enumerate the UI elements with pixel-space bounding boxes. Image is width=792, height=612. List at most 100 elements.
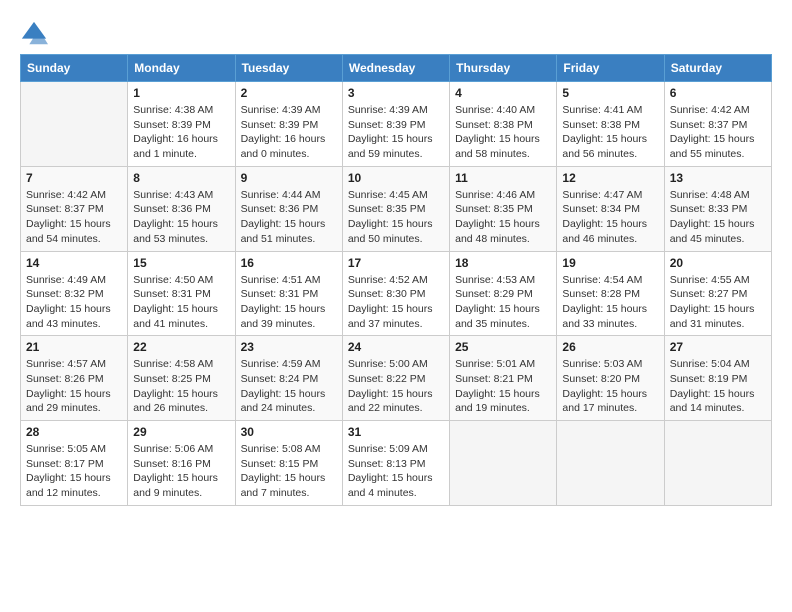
day-cell: 23 Sunrise: 4:59 AMSunset: 8:24 PMDayligh… bbox=[235, 336, 342, 421]
day-number: 10 bbox=[348, 171, 444, 185]
day-number: 27 bbox=[670, 340, 766, 354]
day-number: 19 bbox=[562, 256, 658, 270]
day-cell: 28 Sunrise: 5:05 AMSunset: 8:17 PMDayligh… bbox=[21, 421, 128, 506]
header-cell-friday: Friday bbox=[557, 55, 664, 82]
day-cell: 20 Sunrise: 4:55 AMSunset: 8:27 PMDayligh… bbox=[664, 251, 771, 336]
day-info: Sunrise: 5:08 AMSunset: 8:15 PMDaylight:… bbox=[241, 442, 337, 501]
day-cell: 6 Sunrise: 4:42 AMSunset: 8:37 PMDaylight… bbox=[664, 82, 771, 167]
day-cell: 18 Sunrise: 4:53 AMSunset: 8:29 PMDayligh… bbox=[450, 251, 557, 336]
day-number: 4 bbox=[455, 86, 551, 100]
day-info: Sunrise: 5:09 AMSunset: 8:13 PMDaylight:… bbox=[348, 442, 444, 501]
day-info: Sunrise: 4:54 AMSunset: 8:28 PMDaylight:… bbox=[562, 273, 658, 332]
day-cell: 10 Sunrise: 4:45 AMSunset: 8:35 PMDayligh… bbox=[342, 166, 449, 251]
day-info: Sunrise: 4:47 AMSunset: 8:34 PMDaylight:… bbox=[562, 188, 658, 247]
week-row-4: 21 Sunrise: 4:57 AMSunset: 8:26 PMDayligh… bbox=[21, 336, 772, 421]
day-number: 26 bbox=[562, 340, 658, 354]
header-row: SundayMondayTuesdayWednesdayThursdayFrid… bbox=[21, 55, 772, 82]
calendar-body: 1 Sunrise: 4:38 AMSunset: 8:39 PMDaylight… bbox=[21, 82, 772, 506]
day-number: 24 bbox=[348, 340, 444, 354]
day-cell bbox=[664, 421, 771, 506]
day-cell bbox=[21, 82, 128, 167]
header-cell-thursday: Thursday bbox=[450, 55, 557, 82]
day-number: 15 bbox=[133, 256, 229, 270]
day-number: 3 bbox=[348, 86, 444, 100]
day-cell: 7Sunrise: 4:42 AMSunset: 8:37 PMDaylight… bbox=[21, 166, 128, 251]
day-info: Sunrise: 4:40 AMSunset: 8:38 PMDaylight:… bbox=[455, 103, 551, 162]
day-number: 25 bbox=[455, 340, 551, 354]
day-info: Sunrise: 4:49 AMSunset: 8:32 PMDaylight:… bbox=[26, 273, 122, 332]
day-info: Sunrise: 4:57 AMSunset: 8:26 PMDaylight:… bbox=[26, 357, 122, 416]
day-cell: 9 Sunrise: 4:44 AMSunset: 8:36 PMDaylight… bbox=[235, 166, 342, 251]
day-info: Sunrise: 4:44 AMSunset: 8:36 PMDaylight:… bbox=[241, 188, 337, 247]
day-info: Sunrise: 4:55 AMSunset: 8:27 PMDaylight:… bbox=[670, 273, 766, 332]
day-cell: 4 Sunrise: 4:40 AMSunset: 8:38 PMDaylight… bbox=[450, 82, 557, 167]
day-number: 30 bbox=[241, 425, 337, 439]
day-number: 7 bbox=[26, 171, 122, 185]
day-cell: 14Sunrise: 4:49 AMSunset: 8:32 PMDayligh… bbox=[21, 251, 128, 336]
header-cell-monday: Monday bbox=[128, 55, 235, 82]
day-number: 16 bbox=[241, 256, 337, 270]
day-number: 11 bbox=[455, 171, 551, 185]
day-number: 31 bbox=[348, 425, 444, 439]
day-cell: 12 Sunrise: 4:47 AMSunset: 8:34 PMDayligh… bbox=[557, 166, 664, 251]
day-number: 23 bbox=[241, 340, 337, 354]
day-number: 22 bbox=[133, 340, 229, 354]
day-cell: 29 Sunrise: 5:06 AMSunset: 8:16 PMDayligh… bbox=[128, 421, 235, 506]
day-number: 20 bbox=[670, 256, 766, 270]
day-cell: 15 Sunrise: 4:50 AMSunset: 8:31 PMDayligh… bbox=[128, 251, 235, 336]
day-cell: 26Sunrise: 5:03 AMSunset: 8:20 PMDayligh… bbox=[557, 336, 664, 421]
day-info: Sunrise: 5:01 AMSunset: 8:21 PMDaylight:… bbox=[455, 357, 551, 416]
day-number: 18 bbox=[455, 256, 551, 270]
day-number: 21 bbox=[26, 340, 122, 354]
day-cell: 16 Sunrise: 4:51 AMSunset: 8:31 PMDayligh… bbox=[235, 251, 342, 336]
day-cell: 11 Sunrise: 4:46 AMSunset: 8:35 PMDayligh… bbox=[450, 166, 557, 251]
day-info: Sunrise: 4:42 AMSunset: 8:37 PMDaylight:… bbox=[670, 103, 766, 162]
day-info: Sunrise: 4:39 AMSunset: 8:39 PMDaylight:… bbox=[241, 103, 337, 162]
day-info: Sunrise: 4:48 AMSunset: 8:33 PMDaylight:… bbox=[670, 188, 766, 247]
day-info: Sunrise: 4:59 AMSunset: 8:24 PMDaylight:… bbox=[241, 357, 337, 416]
day-cell: 22Sunrise: 4:58 AMSunset: 8:25 PMDayligh… bbox=[128, 336, 235, 421]
day-info: Sunrise: 4:45 AMSunset: 8:35 PMDaylight:… bbox=[348, 188, 444, 247]
day-number: 1 bbox=[133, 86, 229, 100]
day-info: Sunrise: 5:00 AMSunset: 8:22 PMDaylight:… bbox=[348, 357, 444, 416]
day-info: Sunrise: 4:52 AMSunset: 8:30 PMDaylight:… bbox=[348, 273, 444, 332]
header-cell-tuesday: Tuesday bbox=[235, 55, 342, 82]
calendar-header: SundayMondayTuesdayWednesdayThursdayFrid… bbox=[21, 55, 772, 82]
week-row-1: 1 Sunrise: 4:38 AMSunset: 8:39 PMDaylight… bbox=[21, 82, 772, 167]
day-cell: 3 Sunrise: 4:39 AMSunset: 8:39 PMDaylight… bbox=[342, 82, 449, 167]
day-number: 29 bbox=[133, 425, 229, 439]
day-cell: 31 Sunrise: 5:09 AMSunset: 8:13 PMDayligh… bbox=[342, 421, 449, 506]
day-info: Sunrise: 4:46 AMSunset: 8:35 PMDaylight:… bbox=[455, 188, 551, 247]
day-info: Sunrise: 4:39 AMSunset: 8:39 PMDaylight:… bbox=[348, 103, 444, 162]
day-info: Sunrise: 4:53 AMSunset: 8:29 PMDaylight:… bbox=[455, 273, 551, 332]
day-cell: 2Sunrise: 4:39 AMSunset: 8:39 PMDaylight… bbox=[235, 82, 342, 167]
day-info: Sunrise: 4:51 AMSunset: 8:31 PMDaylight:… bbox=[241, 273, 337, 332]
header-cell-wednesday: Wednesday bbox=[342, 55, 449, 82]
day-cell bbox=[450, 421, 557, 506]
day-cell: 30 Sunrise: 5:08 AMSunset: 8:15 PMDayligh… bbox=[235, 421, 342, 506]
week-row-2: 7Sunrise: 4:42 AMSunset: 8:37 PMDaylight… bbox=[21, 166, 772, 251]
day-number: 5 bbox=[562, 86, 658, 100]
day-info: Sunrise: 5:06 AMSunset: 8:16 PMDaylight:… bbox=[133, 442, 229, 501]
day-info: Sunrise: 4:38 AMSunset: 8:39 PMDaylight:… bbox=[133, 103, 229, 162]
day-number: 9 bbox=[241, 171, 337, 185]
day-info: Sunrise: 4:50 AMSunset: 8:31 PMDaylight:… bbox=[133, 273, 229, 332]
day-info: Sunrise: 5:05 AMSunset: 8:17 PMDaylight:… bbox=[26, 442, 122, 501]
day-number: 6 bbox=[670, 86, 766, 100]
day-cell: 25 Sunrise: 5:01 AMSunset: 8:21 PMDayligh… bbox=[450, 336, 557, 421]
day-cell: 13Sunrise: 4:48 AMSunset: 8:33 PMDayligh… bbox=[664, 166, 771, 251]
week-row-3: 14Sunrise: 4:49 AMSunset: 8:32 PMDayligh… bbox=[21, 251, 772, 336]
logo-icon bbox=[20, 20, 48, 48]
logo bbox=[20, 20, 52, 48]
day-cell: 21 Sunrise: 4:57 AMSunset: 8:26 PMDayligh… bbox=[21, 336, 128, 421]
day-number: 17 bbox=[348, 256, 444, 270]
day-cell: 8 Sunrise: 4:43 AMSunset: 8:36 PMDaylight… bbox=[128, 166, 235, 251]
header bbox=[20, 20, 772, 48]
day-number: 12 bbox=[562, 171, 658, 185]
header-cell-sunday: Sunday bbox=[21, 55, 128, 82]
day-info: Sunrise: 4:43 AMSunset: 8:36 PMDaylight:… bbox=[133, 188, 229, 247]
day-number: 28 bbox=[26, 425, 122, 439]
header-cell-saturday: Saturday bbox=[664, 55, 771, 82]
day-cell bbox=[557, 421, 664, 506]
day-number: 8 bbox=[133, 171, 229, 185]
